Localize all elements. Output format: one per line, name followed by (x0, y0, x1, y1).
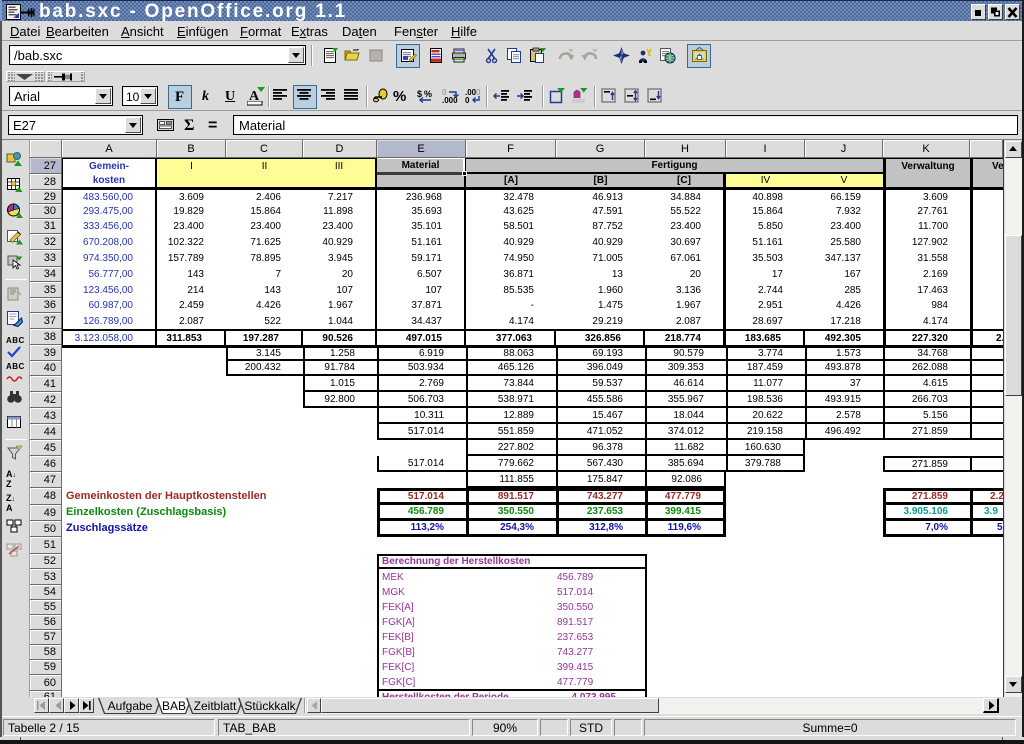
svg-text:%: % (424, 89, 432, 99)
svg-text:0: 0 (476, 88, 481, 97)
svg-text:0: 0 (465, 96, 470, 105)
svg-text:$: $ (417, 89, 422, 99)
